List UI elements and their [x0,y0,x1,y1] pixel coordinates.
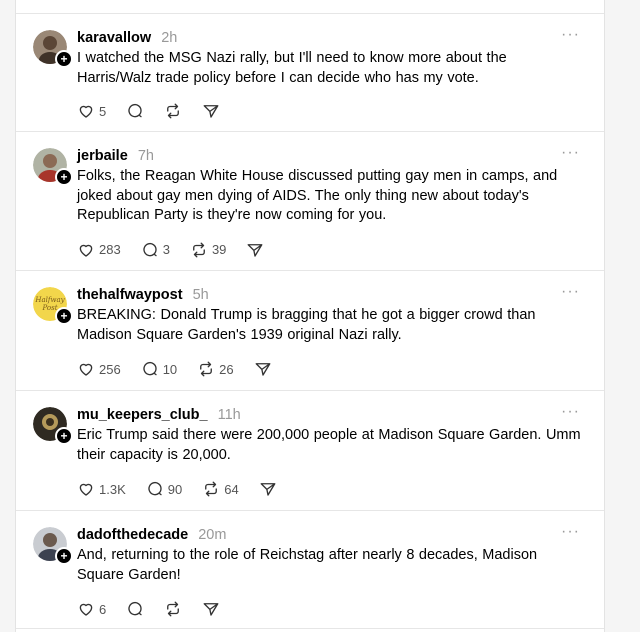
send-icon [260,483,276,496]
post-text: I watched the MSG Nazi rally, but I'll n… [77,50,507,86]
avatar-container[interactable]: + [33,407,73,445]
post: + karavallow 2h ··· I watched the MSG Na… [16,14,604,132]
post-text: Eric Trump said there were 200,000 peopl… [77,427,581,463]
heart-icon [79,603,93,616]
post: + jerbaile 7h ··· Folks, the Reagan Whit… [16,132,604,271]
reply-count: 90 [167,481,183,497]
reply-button[interactable]: 90 [146,480,182,498]
like-count: 5 [99,103,107,119]
comment-icon [128,103,142,118]
heart-icon [79,244,93,257]
reply-button[interactable]: 10 [141,360,177,378]
plus-icon[interactable]: + [55,427,73,445]
like-count: 256 [99,361,121,377]
share-button[interactable] [259,480,277,498]
repost-button[interactable]: 39 [190,241,226,259]
repost-button[interactable] [164,102,182,120]
timestamp: 20m [198,527,227,543]
more-icon[interactable]: ··· [561,284,580,300]
like-button[interactable]: 283 [77,241,121,259]
more-icon[interactable]: ··· [561,404,580,420]
avatar-container[interactable]: + [33,30,73,68]
repost-button[interactable]: 26 [197,360,234,378]
divider [16,0,604,14]
like-button[interactable]: 5 [77,102,106,120]
username[interactable]: jerbaile [77,148,128,164]
avatar-container[interactable]: Halfway Post + [33,287,73,325]
repost-icon [205,481,218,497]
post: + dadofthedecade 20m ··· And, returning … [16,511,604,629]
more-icon[interactable]: ··· [561,27,580,43]
timestamp: 7h [137,148,154,164]
reply-button[interactable] [126,102,144,120]
like-count: 6 [99,601,107,617]
more-icon[interactable]: ··· [561,145,580,161]
timestamp: 11h [217,407,241,423]
username[interactable]: thehalfwaypost [77,287,183,303]
send-icon [247,243,263,257]
heart-icon [79,363,93,376]
repost-count: 26 [219,361,234,377]
svg-text:Halfway: Halfway [34,296,65,304]
post-text: Folks, the Reagan White House discussed … [77,168,558,223]
reply-button[interactable] [126,600,144,618]
post: + mu_keepers_club_ 11h ··· Eric Trump sa… [16,391,604,511]
comment-icon [148,481,162,496]
heart-icon [79,483,93,496]
reply-count: 3 [162,242,170,257]
like-button[interactable]: 1.3K [77,480,126,498]
repost-count: 64 [224,481,239,497]
timestamp: 2h [161,30,178,46]
like-button[interactable]: 256 [77,360,121,378]
post-text: And, returning to the role of Reichstag … [77,547,538,583]
repost-count: 39 [211,242,227,257]
send-icon [203,603,219,616]
repost-button[interactable] [164,600,182,618]
send-icon [255,363,271,376]
share-button[interactable] [202,600,220,618]
username[interactable]: dadofthedecade [77,527,188,543]
like-count: 1.3K [99,481,126,497]
reply-button[interactable]: 3 [141,241,170,259]
reply-count: 10 [162,361,178,377]
share-button[interactable] [246,241,264,259]
repost-button[interactable]: 64 [202,480,239,498]
repost-icon [167,601,180,617]
avatar-container[interactable]: + [33,148,73,186]
comment-icon [143,242,157,256]
plus-icon[interactable]: + [55,168,73,186]
repost-icon [167,103,180,119]
plus-icon[interactable]: + [55,50,73,68]
heart-icon [79,105,93,118]
send-icon [203,105,219,118]
repost-icon [193,242,205,257]
comment-icon [128,601,142,616]
username[interactable]: karavallow [77,30,151,46]
plus-icon[interactable]: + [55,307,73,325]
share-button[interactable] [202,102,220,120]
post: Halfway Post + thehalfwaypost 5h ··· BRE… [16,271,604,391]
repost-icon [200,361,213,377]
more-icon[interactable]: ··· [561,524,580,540]
post-text: BREAKING: Donald Trump is bragging that … [77,307,536,343]
timestamp: 5h [192,287,209,303]
like-count: 283 [99,242,121,257]
username[interactable]: mu_keepers_club_ [77,407,208,423]
avatar-container[interactable]: + [33,527,73,565]
share-button[interactable] [254,360,272,378]
feed: + karavallow 2h ··· I watched the MSG Na… [15,0,605,632]
like-button[interactable]: 6 [77,600,106,618]
comment-icon [143,361,157,376]
plus-icon[interactable]: + [55,547,73,565]
